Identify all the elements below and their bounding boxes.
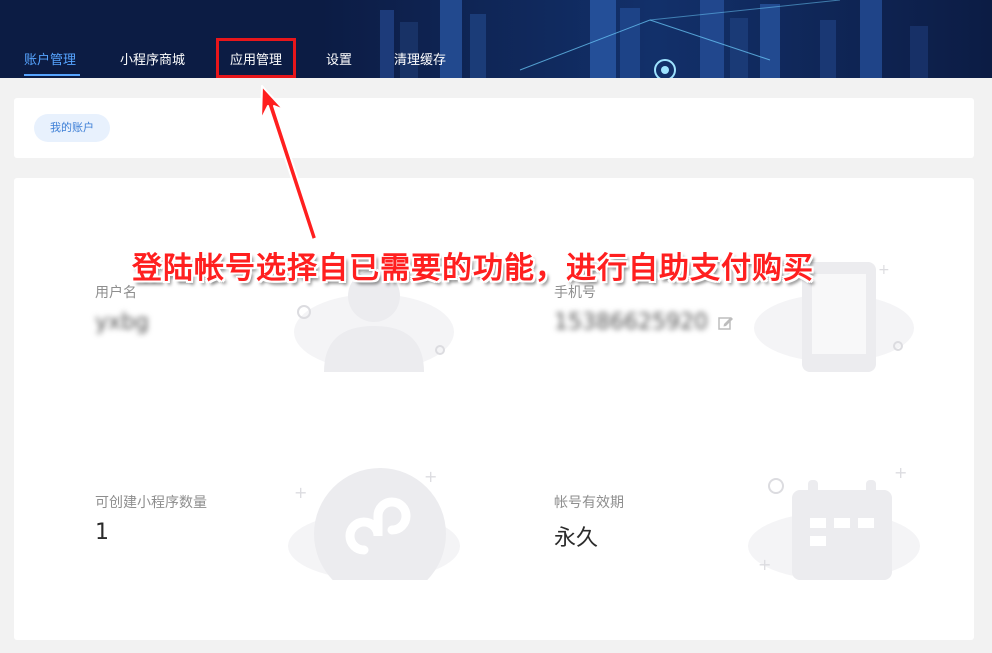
svg-text:+: + (894, 468, 907, 482)
svg-text:+: + (878, 262, 890, 278)
nav-item-miniprogram-store[interactable]: 小程序商城 (120, 49, 185, 68)
svg-text:+: + (294, 483, 307, 502)
miniprogram-illustration-icon: + + (288, 468, 460, 580)
nav-item-settings[interactable]: 设置 (326, 49, 352, 68)
active-tab-indicator (24, 74, 80, 76)
breadcrumb-card: 我的账户 (14, 98, 974, 158)
phone-value: 15386625920 (554, 310, 708, 335)
calendar-illustration-icon: + + (748, 468, 920, 580)
username-block: 用户名 yxbg (95, 282, 149, 335)
nav-item-clear-cache[interactable]: 清理缓存 (394, 49, 446, 68)
annotation-highlight-box (216, 38, 296, 78)
miniprogram-quota-label: 可创建小程序数量 (95, 495, 207, 511)
edit-icon[interactable] (718, 315, 734, 331)
svg-text:+: + (758, 555, 771, 574)
nav-item-account-management[interactable]: 账户管理 (24, 49, 76, 68)
miniprogram-quota-value: 1 (95, 520, 109, 545)
annotation-caption: 登陆帐号选择自已需要的功能，进行自助支付购买 (132, 251, 814, 286)
breadcrumb-my-account[interactable]: 我的账户 (34, 114, 110, 142)
validity-value: 永久 (554, 526, 599, 551)
svg-text:+: + (424, 468, 437, 486)
validity-block: 帐号有效期 永久 (554, 492, 624, 552)
miniprogram-quota-block: 可创建小程序数量 1 (95, 492, 207, 545)
validity-label: 帐号有效期 (554, 495, 624, 511)
phone-block: 手机号 15386625920 (554, 282, 734, 335)
top-nav-bar: 账户管理 小程序商城 应用管理 设置 清理缓存 (0, 0, 992, 78)
username-value: yxbg (95, 310, 149, 335)
